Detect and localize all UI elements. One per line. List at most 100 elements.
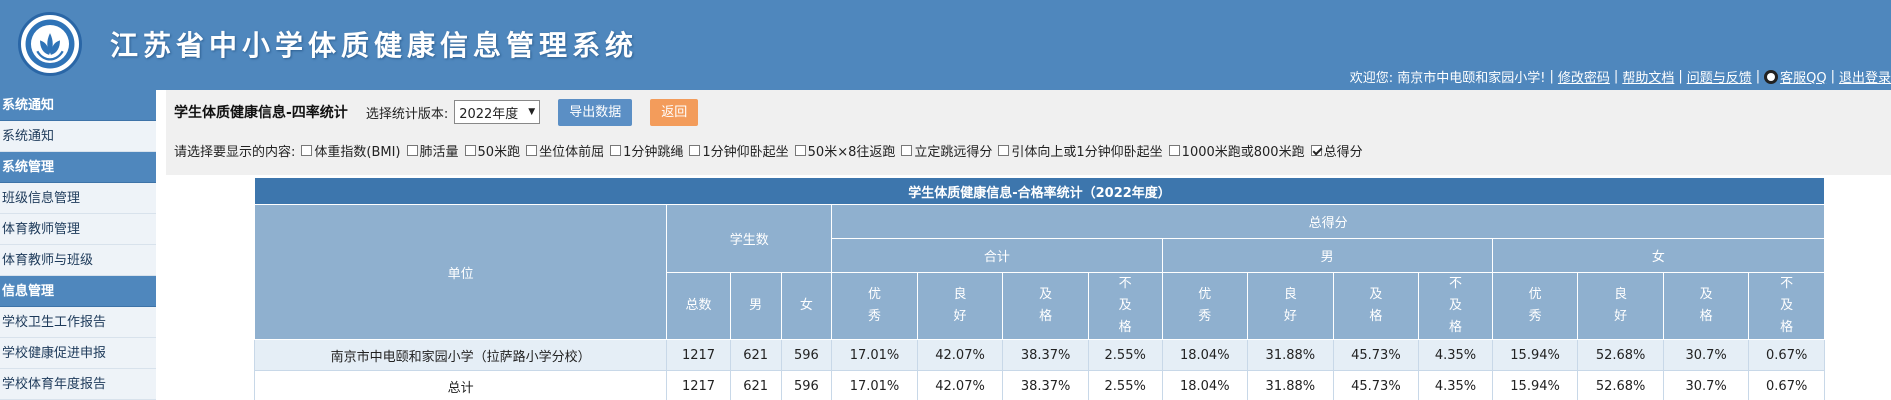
sidebar: 系统通知 系统通知 系统管理 班级信息管理 体育教师管理 体育教师与班级 信息管… xyxy=(0,90,156,400)
qq-icon xyxy=(1764,69,1779,84)
checkbox-sit-ups[interactable]: 1分钟仰卧起坐 xyxy=(689,141,789,160)
checkbox-box[interactable] xyxy=(526,144,538,156)
table-caption: 学生体质健康信息-合格率统计（2022年度） xyxy=(254,177,1825,205)
checkbox-pull-ups[interactable]: 引体向上或1分钟仰卧起坐 xyxy=(998,141,1163,160)
value-cell: 38.37% xyxy=(1002,370,1089,400)
checkbox-label: 1分钟仰卧起坐 xyxy=(702,144,789,160)
checkbox-box[interactable] xyxy=(406,144,418,156)
separator: | xyxy=(1755,69,1761,84)
checkbox-box[interactable] xyxy=(610,144,622,156)
back-button[interactable]: 返回 xyxy=(650,98,699,126)
rate-header-excellent: 优秀 xyxy=(1491,272,1579,340)
value-cell: 1217 xyxy=(666,370,731,400)
checkbox-box-checked[interactable] xyxy=(1310,144,1322,156)
checkbox-label: 引体向上或1分钟仰卧起坐 xyxy=(1011,144,1163,160)
checkbox-label: 1000米跑或800米跑 xyxy=(1181,144,1305,160)
value-cell: 621 xyxy=(729,339,782,371)
chevron-down-icon: ▼ xyxy=(528,107,536,117)
checkbox-bmi[interactable]: 体重指数(BMI) xyxy=(301,141,401,160)
rate-header-fail: 不及格 xyxy=(1087,272,1163,340)
group-header-total: 合计 xyxy=(831,238,1163,273)
checkbox-shuttle-run[interactable]: 50米×8往返跑 xyxy=(794,141,895,160)
value-cell: 621 xyxy=(729,370,782,400)
table-row: 南京市中电颐和家园小学（拉萨路小学分校） 1217 621 596 17.01%… xyxy=(253,339,1825,371)
value-cell: 18.04% xyxy=(1161,370,1249,400)
separator: | xyxy=(1830,69,1835,84)
value-cell: 596 xyxy=(780,339,833,371)
unit-cell: 总计 xyxy=(253,370,668,400)
value-cell: 30.7% xyxy=(1662,339,1750,371)
checkbox-box[interactable] xyxy=(301,144,313,156)
rate-header-excellent: 优秀 xyxy=(1161,272,1249,340)
feedback-link[interactable]: 问题与反馈 xyxy=(1687,67,1752,86)
value-cell: 18.04% xyxy=(1161,339,1249,371)
value-cell: 45.73% xyxy=(1332,370,1420,400)
display-options: 请选择要显示的内容: 体重指数(BMI) 肺活量 50米跑 坐位体前屈 1分钟跳… xyxy=(174,138,1363,162)
value-cell: 31.88% xyxy=(1247,370,1334,400)
sidebar-item-health-promotion[interactable]: 学校健康促进申报 xyxy=(0,338,156,369)
logout-link[interactable]: 退出登录 xyxy=(1839,67,1891,86)
sidebar-section-info: 信息管理 xyxy=(0,276,156,307)
sidebar-item-teacher-class[interactable]: 体育教师与班级 xyxy=(0,245,156,276)
checkbox-rope-skipping[interactable]: 1分钟跳绳 xyxy=(610,141,683,160)
rate-header-pass: 及格 xyxy=(1332,272,1420,340)
separator: | xyxy=(1613,69,1619,84)
count-header-male: 男 xyxy=(729,272,782,340)
checkbox-box[interactable] xyxy=(794,144,806,156)
group-header-female: 女 xyxy=(1491,238,1826,273)
checkbox-sit-and-reach[interactable]: 坐位体前屈 xyxy=(526,141,604,160)
value-cell: 596 xyxy=(780,370,833,400)
change-password-link[interactable]: 修改密码 xyxy=(1558,67,1610,86)
students-header: 学生数 xyxy=(666,204,833,273)
value-cell: 30.7% xyxy=(1662,370,1750,400)
rate-header-pass: 及格 xyxy=(1002,272,1089,340)
sidebar-item-pe-annual-report[interactable]: 学校体育年度报告 xyxy=(0,369,156,400)
unit-cell: 南京市中电颐和家园小学（拉萨路小学分校） xyxy=(253,339,668,371)
value-cell: 38.37% xyxy=(1002,339,1089,371)
value-cell: 52.68% xyxy=(1577,370,1664,400)
top-links: 欢迎您: 南京市中电颐和家园小学! | 修改密码 | 帮助文档 | 问题与反馈 … xyxy=(1350,67,1891,86)
help-docs-link[interactable]: 帮助文档 xyxy=(1622,67,1674,86)
value-cell: 0.67% xyxy=(1748,339,1825,371)
rate-header-pass: 及格 xyxy=(1662,272,1750,340)
toolbar: 学生体质健康信息-四率统计 选择统计版本: 2022年度 ▼ 导出数据 返回 请… xyxy=(166,90,1891,175)
value-cell: 2.55% xyxy=(1087,370,1163,400)
sidebar-item-health-report[interactable]: 学校卫生工作报告 xyxy=(0,307,156,338)
checkbox-label: 肺活量 xyxy=(419,144,459,160)
value-cell: 52.68% xyxy=(1577,339,1664,371)
export-button[interactable]: 导出数据 xyxy=(558,98,633,126)
sidebar-item-notices[interactable]: 系统通知 xyxy=(0,121,156,152)
display-label: 请选择要显示的内容: xyxy=(174,144,296,160)
rate-header-fail: 不及格 xyxy=(1748,272,1825,340)
checkbox-box[interactable] xyxy=(689,144,701,156)
value-cell: 1217 xyxy=(666,339,731,371)
value-cell: 0.67% xyxy=(1748,370,1825,400)
checkbox-box[interactable] xyxy=(998,144,1010,156)
checkbox-label: 体重指数(BMI) xyxy=(314,144,401,160)
rate-header-good: 良好 xyxy=(1247,272,1334,340)
checkbox-label: 坐位体前屈 xyxy=(539,144,605,160)
checkbox-vital-capacity[interactable]: 肺活量 xyxy=(406,141,459,160)
checkbox-total-score[interactable]: 总得分 xyxy=(1310,141,1363,160)
stats-table: 学生体质健康信息-合格率统计（2022年度） 单位 学生数 总得分 合计 男 女… xyxy=(253,177,1826,400)
checkbox-standing-long-jump[interactable]: 立定跳远得分 xyxy=(901,141,992,160)
checkbox-long-run[interactable]: 1000米跑或800米跑 xyxy=(1168,141,1305,160)
value-cell: 4.35% xyxy=(1418,339,1493,371)
value-cell: 42.07% xyxy=(916,339,1004,371)
value-cell: 31.88% xyxy=(1247,339,1334,371)
checkbox-box[interactable] xyxy=(464,144,476,156)
value-cell: 2.55% xyxy=(1087,339,1163,371)
checkbox-box[interactable] xyxy=(901,144,913,156)
version-select[interactable]: 2022年度 ▼ xyxy=(454,100,541,124)
rate-header-fail: 不及格 xyxy=(1418,272,1493,340)
sidebar-item-teacher-management[interactable]: 体育教师管理 xyxy=(0,214,156,245)
support-qq-link[interactable]: 客服QQ xyxy=(1780,67,1826,86)
rate-header-good: 良好 xyxy=(1577,272,1664,340)
checkbox-50m-run[interactable]: 50米跑 xyxy=(464,141,520,160)
count-header-total: 总数 xyxy=(666,272,731,340)
value-cell: 15.94% xyxy=(1491,339,1579,371)
checkbox-box[interactable] xyxy=(1168,144,1180,156)
rate-header-excellent: 优秀 xyxy=(831,272,918,340)
total-score-header: 总得分 xyxy=(831,204,1825,239)
sidebar-item-class-management[interactable]: 班级信息管理 xyxy=(0,183,156,214)
